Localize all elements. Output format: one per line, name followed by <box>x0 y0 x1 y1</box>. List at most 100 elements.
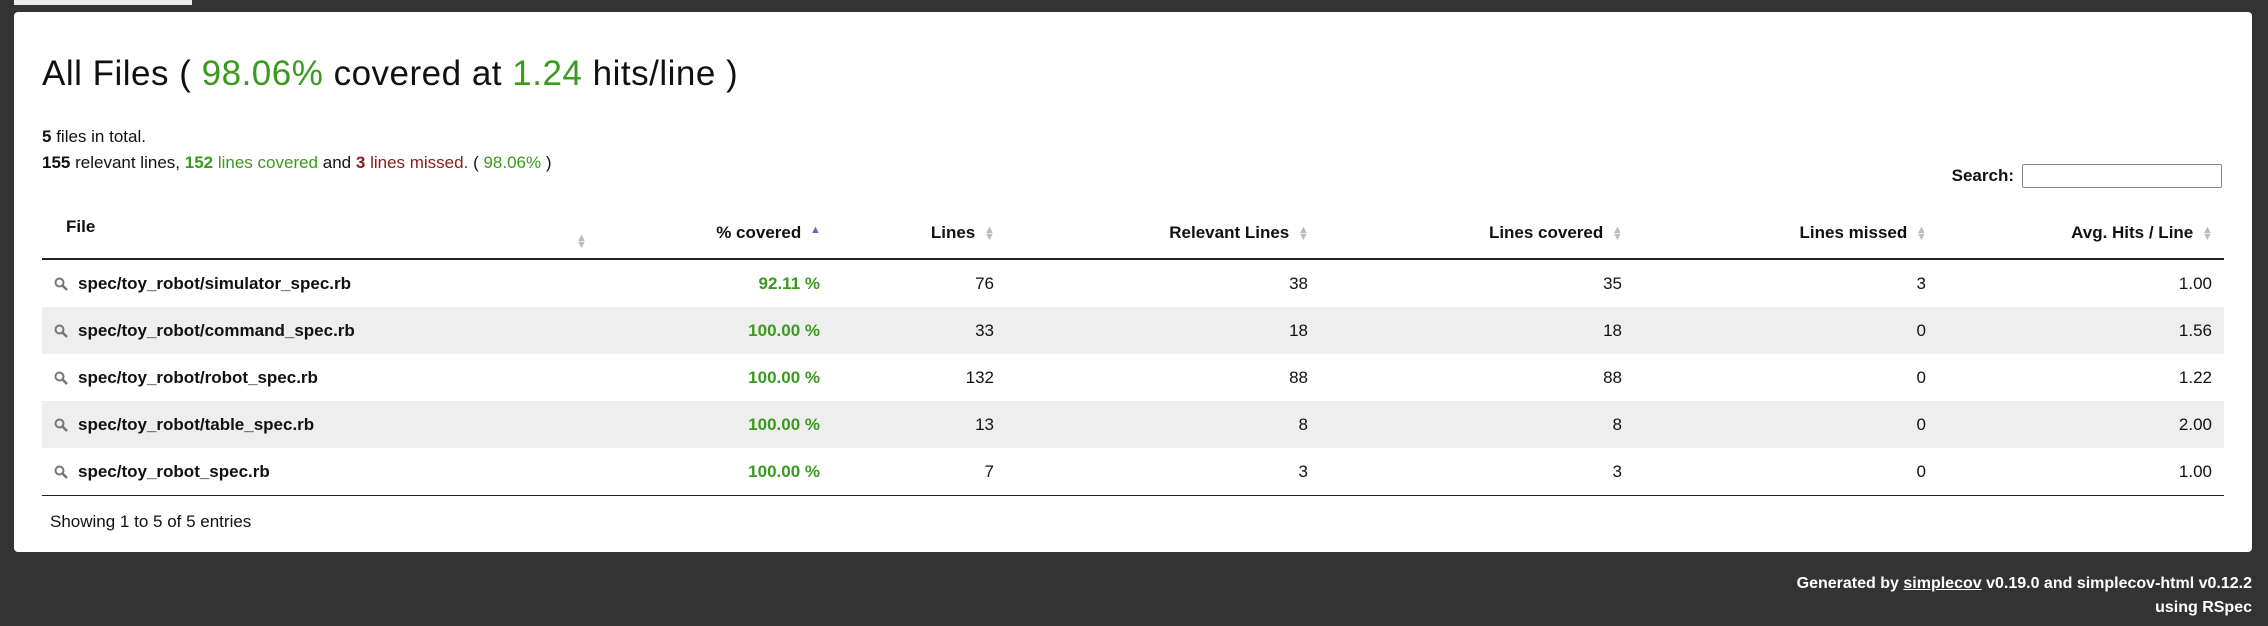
simplecov-link[interactable]: simplecov <box>1903 575 1981 592</box>
file-name-link[interactable]: spec/toy_robot/command_spec.rb <box>78 321 355 340</box>
file-cell[interactable]: spec/toy_robot/table_spec.rb <box>42 401 598 448</box>
avg-hits-cell: 1.00 <box>2178 273 2212 293</box>
files-table: File ▲ ▼ % covered ▲ Lines ▲ ▼ Relevant Li… <box>42 208 2224 496</box>
column-label-file: File <box>66 217 96 236</box>
file-cell[interactable]: spec/toy_robot/simulator_spec.rb <box>42 259 598 307</box>
sort-arrows-icon: ▲ ▼ <box>1612 223 1623 243</box>
lines-missed-cell: 0 <box>1916 367 1926 387</box>
hits-per-line: 1.24 <box>512 54 583 93</box>
paren-close: ) <box>545 153 552 172</box>
coverage-summary: 5 files in total. 155 relevant lines, 15… <box>42 124 552 176</box>
avg-hits-cell: 1.56 <box>1938 307 2224 354</box>
relevant-lines-cell: 38 <box>1289 273 1308 293</box>
column-header-file[interactable]: File ▲ ▼ <box>42 208 598 260</box>
version-text: v0.19.0 and simplecov-html v0.12.2 <box>1986 575 2252 592</box>
column-label-lines-covered: Lines covered <box>1488 223 1604 242</box>
relevant-text: relevant lines, <box>75 153 180 172</box>
column-header-avg-hits[interactable]: Avg. Hits / Line ▲ ▼ <box>1938 208 2224 260</box>
and-text: and <box>322 153 352 172</box>
page-title: All Files ( 98.06% covered at 1.24 hits/… <box>42 54 738 94</box>
covered-percent-cell: 100.00 % <box>598 401 832 448</box>
lines-covered-cell: 18 <box>1320 307 1634 354</box>
lines-missed-cell: 3 <box>1916 273 1926 293</box>
file-cell[interactable]: spec/toy_robot_spec.rb <box>42 448 598 496</box>
lines-cell: 13 <box>832 401 1006 448</box>
column-header-covered[interactable]: % covered ▲ <box>598 208 832 260</box>
file-name-link[interactable]: spec/toy_robot/robot_spec.rb <box>78 368 318 387</box>
pagination-info: Showing 1 to 5 of 5 entries <box>50 512 252 531</box>
generated-by-text: Generated by <box>1796 575 1899 592</box>
lines-cell: 76 <box>975 273 994 293</box>
lines-missed-cell: 0 <box>1634 307 1938 354</box>
relevant-lines-cell: 18 <box>1006 307 1320 354</box>
column-header-lines[interactable]: Lines ▲ ▼ <box>832 208 1006 260</box>
file-cell[interactable]: spec/toy_robot/command_spec.rb <box>42 307 598 354</box>
lines-covered-cell: 35 <box>1603 273 1622 293</box>
magnifier-icon <box>54 324 68 338</box>
search-label: Search: <box>1951 166 2014 185</box>
lines-summary-line: 155 relevant lines, 152 lines covered an… <box>42 150 552 176</box>
files-total-line: 5 files in total. <box>42 124 552 150</box>
relevant-lines-cell: 3 <box>1006 448 1320 496</box>
title-prefix: All Files ( <box>42 54 192 93</box>
file-cell[interactable]: spec/toy_robot/robot_spec.rb <box>42 354 598 401</box>
covered-text: lines covered <box>217 153 319 172</box>
search-box: Search: <box>1952 164 2222 188</box>
lines-missed-cell: 0 <box>1634 448 1938 496</box>
lines-covered-cell: 3 <box>1320 448 1634 496</box>
paren-open: ( <box>473 153 479 172</box>
column-label-lines: Lines <box>930 223 976 242</box>
magnifier-icon <box>54 371 68 385</box>
covered-percent-cell: 100.00 % <box>598 448 832 496</box>
coverage-panel: All Files ( 98.06% covered at 1.24 hits/… <box>14 12 2252 552</box>
file-name-link[interactable]: spec/toy_robot_spec.rb <box>78 462 270 481</box>
search-input[interactable] <box>2022 164 2222 188</box>
lines-covered-cell: 88 <box>1603 367 1622 387</box>
magnifier-icon <box>54 418 68 432</box>
column-header-lines-covered[interactable]: Lines covered ▲ ▼ <box>1320 208 1634 260</box>
lines-covered-count: 152 <box>184 153 214 172</box>
column-label-relevant-lines: Relevant Lines <box>1169 223 1290 242</box>
top-tab[interactable] <box>14 0 192 5</box>
column-header-lines-missed[interactable]: Lines missed ▲ ▼ <box>1634 208 1938 260</box>
avg-hits-cell: 1.22 <box>2178 367 2212 387</box>
avg-hits-cell: 1.00 <box>1938 448 2224 496</box>
relevant-lines-cell: 8 <box>1006 401 1320 448</box>
avg-hits-cell: 2.00 <box>1938 401 2224 448</box>
table-row: spec/toy_robot/command_spec.rb 100.00 % … <box>42 307 2224 354</box>
file-name-link[interactable]: spec/toy_robot/simulator_spec.rb <box>78 274 351 293</box>
table-row: spec/toy_robot/simulator_spec.rb 92.11 %… <box>42 259 2224 307</box>
files-text: files in total. <box>56 127 146 146</box>
summary-percent: 98.06% <box>483 153 542 172</box>
covered-percent-cell: 100.00 % <box>598 307 832 354</box>
sort-arrows-icon: ▲ ▼ <box>576 232 587 251</box>
sort-arrows-icon: ▲ ▼ <box>1916 223 1927 243</box>
sort-arrows-icon: ▲ ▼ <box>984 223 995 243</box>
covered-percent-cell: 100.00 % <box>748 367 820 387</box>
title-mid: covered at <box>333 54 503 93</box>
sort-arrows-icon: ▲ ▼ <box>2202 223 2213 243</box>
covered-percent: 98.06% <box>201 54 324 93</box>
magnifier-icon <box>54 465 68 479</box>
relevant-lines-count: 155 <box>42 153 71 172</box>
column-label-covered: % covered <box>716 223 802 242</box>
sort-ascending-icon: ▲ <box>810 223 821 236</box>
table-row: spec/toy_robot_spec.rb 100.00 % 7 3 3 0 … <box>42 448 2224 496</box>
magnifier-icon <box>54 277 68 291</box>
table-row: spec/toy_robot/robot_spec.rb 100.00 % 13… <box>42 354 2224 401</box>
column-label-lines-missed: Lines missed <box>1799 223 1908 242</box>
table-row: spec/toy_robot/table_spec.rb 100.00 % 13… <box>42 401 2224 448</box>
column-label-avg-hits: Avg. Hits / Line <box>2071 223 2194 242</box>
column-header-relevant-lines[interactable]: Relevant Lines ▲ ▼ <box>1006 208 1320 260</box>
sort-arrows-icon: ▲ ▼ <box>1298 223 1309 243</box>
title-suffix: hits/line ) <box>592 54 739 93</box>
files-count: 5 <box>42 127 52 146</box>
lines-covered-cell: 8 <box>1320 401 1634 448</box>
lines-missed-cell: 0 <box>1634 401 1938 448</box>
lines-cell: 7 <box>832 448 1006 496</box>
lines-cell: 33 <box>832 307 1006 354</box>
file-name-link[interactable]: spec/toy_robot/table_spec.rb <box>78 415 314 434</box>
footer-generated-line: Generated by simplecov v0.19.0 and simpl… <box>1797 572 2252 596</box>
lines-missed-count: 3 <box>355 153 366 172</box>
covered-percent-cell: 92.11 % <box>758 273 820 293</box>
